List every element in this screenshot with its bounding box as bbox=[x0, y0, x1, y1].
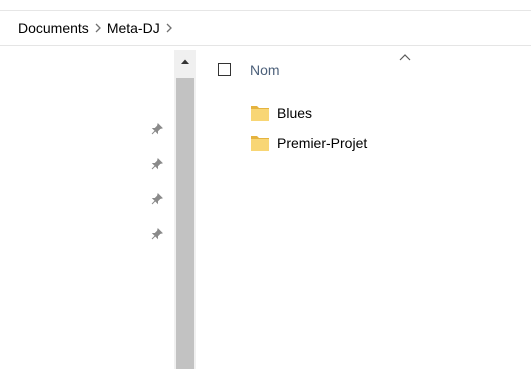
pin-icon[interactable] bbox=[151, 227, 163, 240]
breadcrumb-item-meta-dj[interactable]: Meta-DJ bbox=[105, 20, 162, 36]
file-name: Premier-Projet bbox=[277, 135, 368, 151]
chevron-up-icon bbox=[181, 59, 189, 64]
folder-icon bbox=[251, 106, 269, 121]
sort-ascending-icon bbox=[399, 54, 411, 61]
scroll-up-button[interactable] bbox=[174, 50, 196, 72]
navigation-pane-scrollbar[interactable] bbox=[174, 50, 196, 369]
chevron-right-icon[interactable] bbox=[91, 23, 105, 33]
list-item[interactable]: Premier-Projet bbox=[250, 133, 367, 153]
pin-icon[interactable] bbox=[151, 157, 163, 170]
list-item[interactable]: Blues bbox=[250, 103, 312, 123]
address-bar-breadcrumb[interactable]: Documents Meta-DJ bbox=[0, 11, 531, 46]
pin-icon[interactable] bbox=[151, 122, 163, 135]
column-header-name[interactable]: Nom bbox=[250, 62, 280, 78]
chevron-right-icon[interactable] bbox=[162, 23, 176, 33]
pin-icon[interactable] bbox=[151, 192, 163, 205]
file-name: Blues bbox=[277, 105, 313, 121]
scrollbar-thumb[interactable] bbox=[176, 78, 194, 369]
select-all-checkbox[interactable] bbox=[218, 63, 231, 76]
window-top-strip bbox=[0, 0, 531, 11]
folder-icon bbox=[251, 136, 269, 151]
breadcrumb-item-documents[interactable]: Documents bbox=[16, 20, 91, 36]
